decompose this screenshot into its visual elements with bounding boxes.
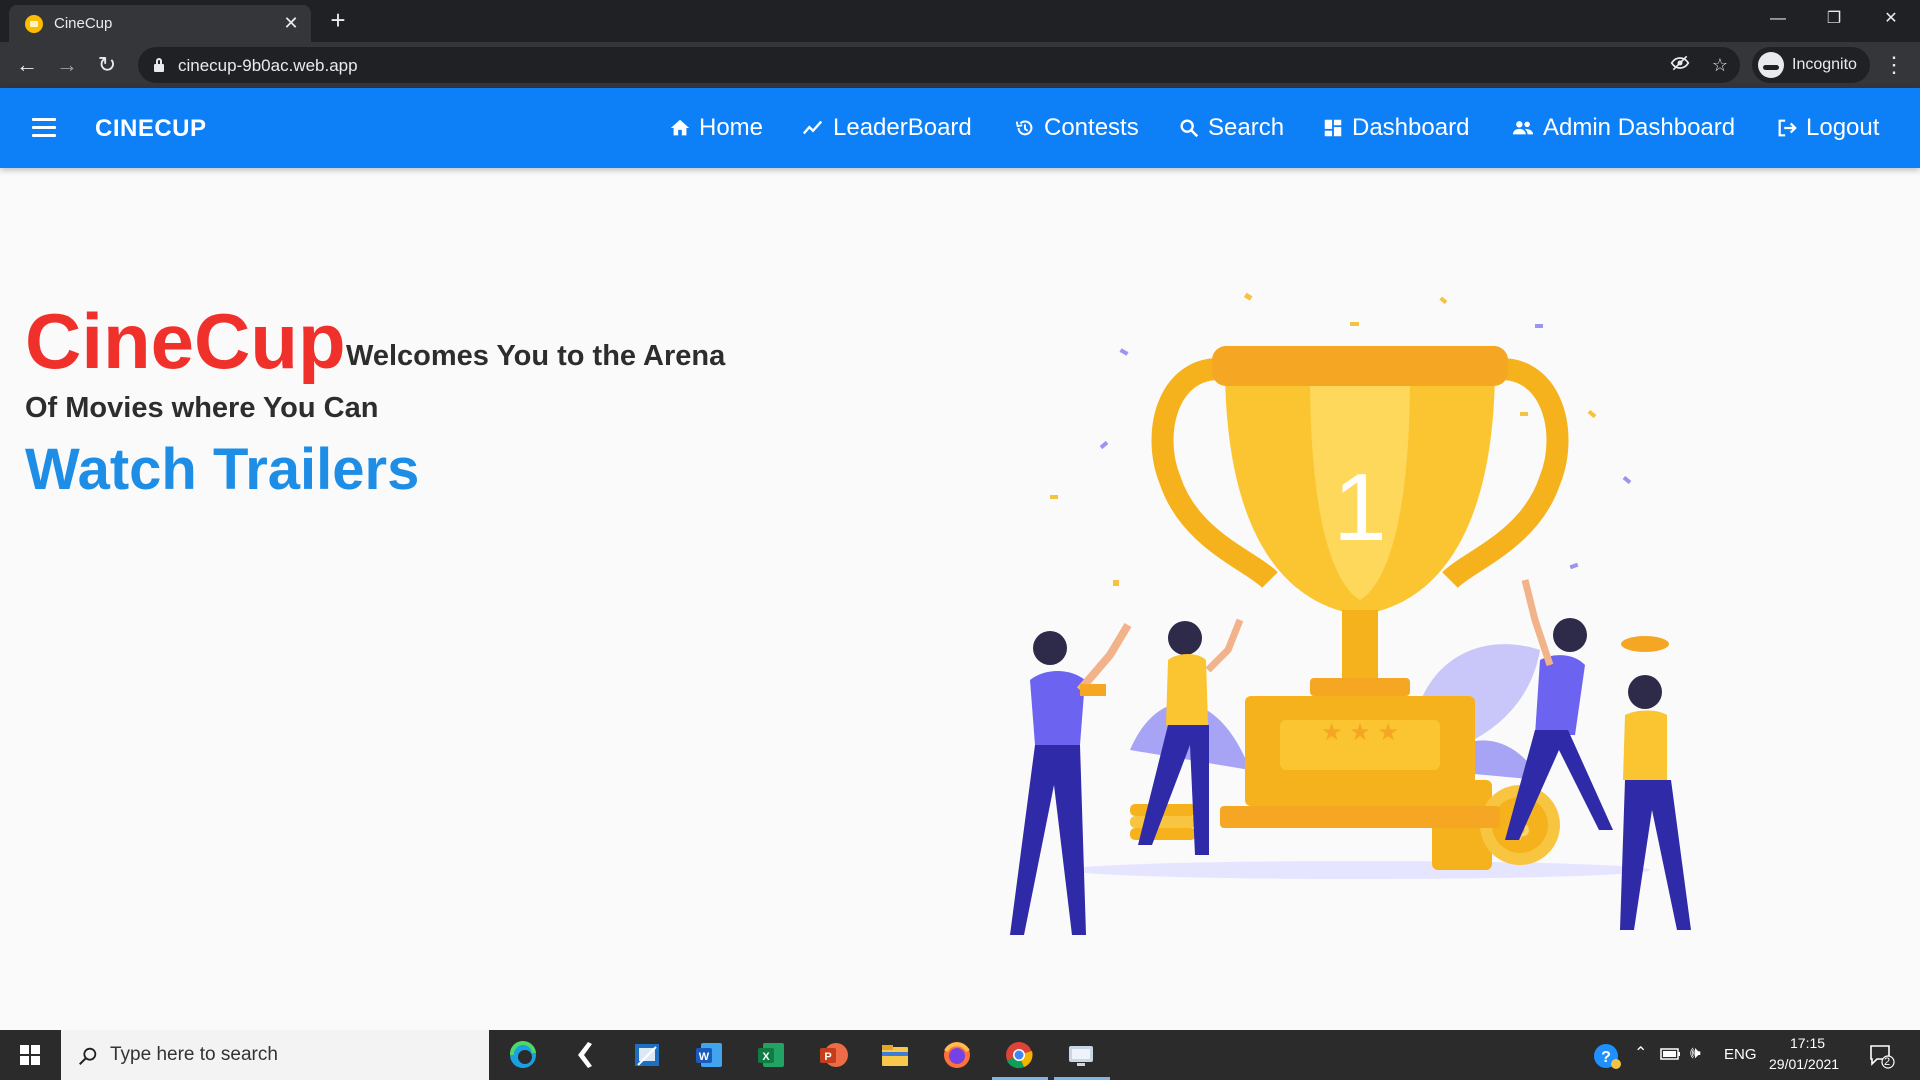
nav-contests-label: Contests: [1044, 114, 1139, 141]
nav-home[interactable]: Home: [669, 113, 763, 143]
nav-dashboard-label: Dashboard: [1352, 114, 1470, 141]
nav-logout[interactable]: Logout: [1776, 113, 1879, 143]
edge-icon[interactable]: [506, 1039, 540, 1071]
trending-up-icon: [802, 120, 823, 135]
snipping-tool-icon[interactable]: [630, 1039, 664, 1071]
nav-logout-label: Logout: [1806, 114, 1880, 141]
nav-admin-dashboard-label: Admin Dashboard: [1543, 114, 1736, 141]
volume-icon[interactable]: 🕪: [1690, 1043, 1701, 1063]
dashboard-icon: [1324, 119, 1342, 137]
reload-icon[interactable]: ↻: [92, 50, 122, 80]
incognito-profile-button[interactable]: Incognito: [1752, 47, 1870, 83]
app-brand[interactable]: CINECUP: [95, 115, 207, 143]
star-icon[interactable]: ☆: [1708, 53, 1732, 77]
person-figure: [1620, 636, 1691, 930]
trophy-number: 1: [1333, 454, 1386, 561]
app-favicon-icon: [25, 15, 43, 33]
language-indicator[interactable]: ENG: [1724, 1046, 1757, 1063]
incognito-icon: [1758, 52, 1784, 78]
hero-tagline-line1: Welcomes You to the Arena: [346, 340, 726, 372]
display-app-icon[interactable]: [1064, 1039, 1098, 1071]
people-icon: [1512, 121, 1534, 135]
nav-admin-dashboard[interactable]: Admin Dashboard: [1511, 113, 1735, 143]
clock-date[interactable]: 29/01/2021: [1769, 1056, 1839, 1072]
hamburger-menu-icon[interactable]: [32, 118, 56, 138]
powerpoint-icon[interactable]: P: [816, 1039, 850, 1071]
hero-tagline-line2: Of Movies where You Can: [25, 392, 379, 424]
tab-title: CineCup: [54, 15, 113, 32]
hero-brand-title: CineCup: [25, 297, 346, 385]
battery-icon[interactable]: [1660, 1047, 1682, 1061]
plus-icon[interactable]: +: [326, 7, 350, 33]
svg-text:W: W: [699, 1051, 710, 1063]
file-explorer-icon[interactable]: [878, 1039, 912, 1071]
excel-icon[interactable]: X: [754, 1039, 788, 1071]
forward-arrow-icon[interactable]: →: [52, 50, 82, 80]
close-window-icon[interactable]: ✕: [1871, 4, 1911, 34]
lock-icon: [154, 58, 164, 72]
restore-icon[interactable]: ❐: [1814, 4, 1854, 34]
svg-text:?: ?: [1601, 1049, 1611, 1066]
home-icon: [670, 119, 690, 136]
vscode-icon[interactable]: [568, 1039, 602, 1071]
browser-tabstrip: CineCup ✕ + — ❐ ✕: [0, 0, 1920, 42]
notification-count: 2: [1884, 1056, 1891, 1068]
svg-text:X: X: [762, 1051, 770, 1063]
nav-search[interactable]: Search: [1178, 113, 1284, 143]
firefox-icon[interactable]: [940, 1039, 974, 1071]
close-icon[interactable]: ✕: [281, 13, 301, 33]
profile-label: Incognito: [1792, 56, 1857, 73]
svg-text:★ ★ ★: ★ ★ ★: [1321, 719, 1399, 746]
browser-toolbar: ← → ↻ cinecup-9b0ac.web.app ☆ Incognito …: [0, 42, 1920, 88]
help-icon[interactable]: ?: [1592, 1042, 1622, 1070]
browser-tab[interactable]: CineCup ✕: [9, 5, 311, 42]
app-navbar: CINECUP Home LeaderBoard Contests Search…: [0, 88, 1920, 168]
nav-leaderboard[interactable]: LeaderBoard: [801, 113, 972, 143]
trophy-illustration: $ ★ ★ ★ 1: [1010, 292, 1691, 935]
chevron-up-icon[interactable]: ⌃: [1634, 1043, 1647, 1063]
more-vert-icon[interactable]: ⋮: [1882, 50, 1906, 80]
svg-text:P: P: [824, 1051, 831, 1063]
notification-icon[interactable]: [1868, 1043, 1896, 1069]
nav-dashboard[interactable]: Dashboard: [1322, 113, 1469, 143]
taskbar-search-box[interactable]: Type here to search: [61, 1030, 489, 1080]
nav-search-label: Search: [1208, 114, 1285, 141]
nav-home-label: Home: [699, 114, 764, 141]
address-bar[interactable]: cinecup-9b0ac.web.app ☆: [138, 47, 1740, 83]
logout-icon: [1778, 119, 1797, 137]
taskbar-search-placeholder: Type here to search: [110, 1044, 278, 1065]
history-icon: [1015, 120, 1033, 136]
windows-start-icon[interactable]: [0, 1030, 60, 1080]
clock-time[interactable]: 17:15: [1790, 1035, 1825, 1051]
url-text[interactable]: cinecup-9b0ac.web.app: [178, 56, 358, 76]
person-figure: [1505, 579, 1613, 840]
word-icon[interactable]: W: [692, 1039, 726, 1071]
search-icon: [79, 1047, 97, 1065]
chrome-icon[interactable]: [1002, 1039, 1036, 1071]
hero-highlight: Watch Trailers: [25, 437, 420, 502]
nav-contests[interactable]: Contests: [1014, 113, 1139, 143]
nav-leaderboard-label: LeaderBoard: [833, 114, 972, 141]
windows-taskbar: Type here to search W X P ? ⌃ 🕪 ENG 17:1…: [0, 1030, 1920, 1080]
search-icon: [1180, 119, 1199, 138]
eye-off-icon[interactable]: [1668, 53, 1692, 77]
back-arrow-icon[interactable]: ←: [12, 50, 42, 80]
person-figure: [1010, 622, 1132, 935]
minimize-icon[interactable]: —: [1758, 4, 1798, 34]
